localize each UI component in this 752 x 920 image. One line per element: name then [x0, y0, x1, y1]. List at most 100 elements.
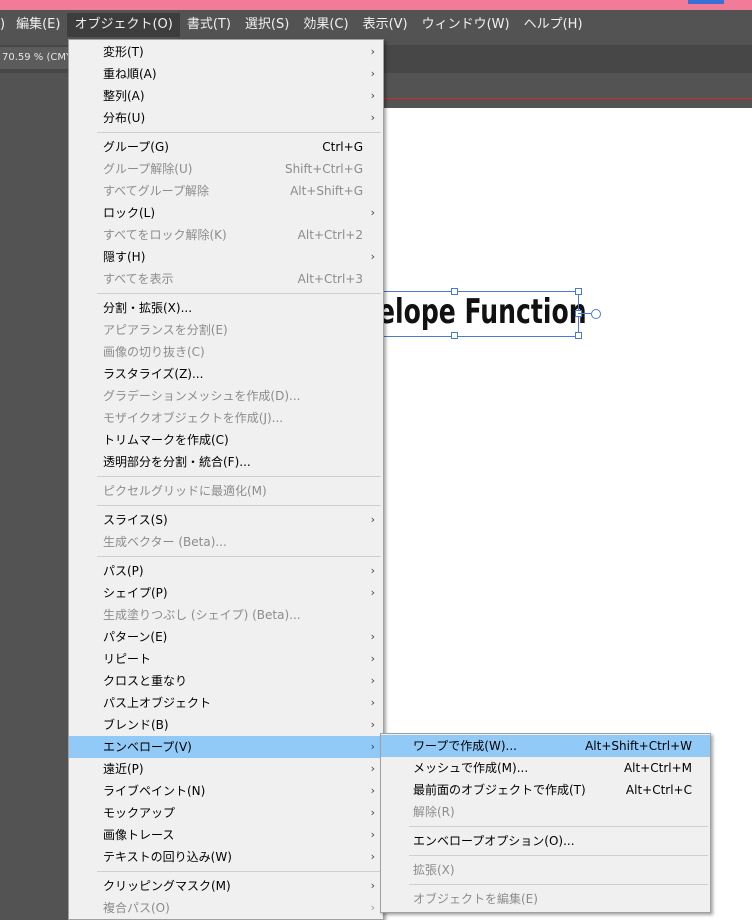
menubar-item-select[interactable]: 選択(S): [238, 13, 296, 37]
object-menu-item-32[interactable]: クロスと重なり ›: [69, 670, 383, 692]
menu-item-label: すべてを表示: [103, 272, 174, 286]
menu-item-label: パス上オブジェクト: [103, 696, 212, 710]
menubar-item-type[interactable]: 書式(T): [180, 13, 238, 37]
menu-item-label: 分割・拡張(X)...: [103, 301, 193, 315]
chevron-right-icon: ›: [370, 901, 375, 914]
object-menu-item-5[interactable]: グループ(G) Ctrl+G: [69, 136, 383, 158]
chevron-right-icon: ›: [370, 850, 375, 863]
chevron-right-icon: ›: [370, 806, 375, 819]
menubar-item-view[interactable]: 表示(V): [356, 13, 415, 37]
object-menu-item-18: モザイクオブジェクトを作成(J)...: [69, 407, 383, 429]
menu-separator: [69, 290, 383, 297]
object-menu-item-11: すべてを表示 Alt+Ctrl+3: [69, 268, 383, 290]
menubar-item-file-tail[interactable]: ): [0, 13, 9, 37]
menu-item-label: モックアップ: [103, 806, 176, 820]
chevron-right-icon: ›: [370, 784, 375, 797]
object-menu-item-8[interactable]: ロック(L) ›: [69, 202, 383, 224]
menu-item-label: トリムマークを作成(C): [103, 433, 229, 447]
object-menu-item-27[interactable]: パス(P) ›: [69, 560, 383, 582]
object-menu-item-35[interactable]: エンベロープ(V) ›: [69, 736, 383, 758]
menu-item-shortcut: Alt+Ctrl+M: [623, 761, 692, 775]
selection-handle-bottom[interactable]: [451, 332, 458, 339]
chevron-right-icon: ›: [370, 828, 375, 841]
menu-item-label: グループ解除(U): [103, 162, 193, 176]
object-menu-item-25: 生成ベクター (Beta)...: [69, 531, 383, 553]
chevron-right-icon: ›: [370, 652, 375, 665]
object-menu-item-37[interactable]: ライブペイント(N) ›: [69, 780, 383, 802]
envelope-submenu-item-2[interactable]: 最前面のオブジェクトで作成(T) Alt+Ctrl+C: [381, 779, 710, 801]
object-menu-item-30[interactable]: パターン(E) ›: [69, 626, 383, 648]
envelope-submenu-item-0[interactable]: ワープで作成(W)... Alt+Shift+Ctrl+W: [381, 735, 710, 757]
object-menu-item-15: 画像の切り抜き(C): [69, 341, 383, 363]
object-menu-item-1[interactable]: 重ね順(A) ›: [69, 63, 383, 85]
menu-item-label: 画像トレース: [103, 828, 175, 842]
object-menu-item-38[interactable]: モックアップ ›: [69, 802, 383, 824]
object-menu-item-42[interactable]: クリッピングマスク(M) ›: [69, 875, 383, 897]
menu-item-label: 遠近(P): [103, 762, 144, 776]
selection-handle-top-right[interactable]: [575, 288, 582, 295]
object-menu-item-31[interactable]: リピート ›: [69, 648, 383, 670]
menu-item-label: アピアランスを分割(E): [103, 323, 228, 337]
menu-item-label: 整列(A): [103, 89, 145, 103]
object-menu-item-20[interactable]: 透明部分を分割・統合(F)...: [69, 451, 383, 473]
menu-item-label: クロスと重なり: [103, 674, 188, 688]
menu-item-label: 分布(U): [103, 111, 146, 125]
object-menu-item-34[interactable]: ブレンド(B) ›: [69, 714, 383, 736]
chevron-right-icon: ›: [370, 564, 375, 577]
menu-item-label: 複合パス(O): [103, 901, 170, 915]
menubar-item-window[interactable]: ウィンドウ(W): [415, 13, 517, 37]
document-tab[interactable]: 70.59 % (CMYK: [0, 47, 72, 69]
menu-item-label: すべてをロック解除(K): [103, 228, 227, 242]
menu-item-shortcut: Shift+Ctrl+G: [284, 162, 363, 176]
menu-item-label: スライス(S): [103, 513, 168, 527]
menu-separator: [381, 823, 710, 830]
menubar-item-help[interactable]: ヘルプ(H): [517, 13, 590, 37]
object-menu-item-14: アピアランスを分割(E): [69, 319, 383, 341]
object-menu-item-0[interactable]: 変形(T) ›: [69, 41, 383, 63]
object-menu-item-17: グラデーションメッシュを作成(D)...: [69, 385, 383, 407]
menu-item-label: グループ(G): [103, 140, 169, 154]
title-bar-strip: [0, 0, 752, 10]
object-menu-item-24[interactable]: スライス(S) ›: [69, 509, 383, 531]
object-menu-item-36[interactable]: 遠近(P) ›: [69, 758, 383, 780]
menu-separator: [381, 852, 710, 859]
menu-item-label: ワープで作成(W)...: [413, 739, 517, 753]
menubar-item-effect[interactable]: 効果(C): [296, 13, 355, 37]
menu-item-label: ラスタライズ(Z)...: [103, 367, 204, 381]
object-menu-item-22: ピクセルグリッドに最適化(M): [69, 480, 383, 502]
object-menu-item-2[interactable]: 整列(A) ›: [69, 85, 383, 107]
selection-handle-top[interactable]: [451, 288, 458, 295]
object-menu-item-3[interactable]: 分布(U) ›: [69, 107, 383, 129]
envelope-submenu-item-5[interactable]: エンベロープオプション(O)...: [381, 830, 710, 852]
object-menu-item-28[interactable]: シェイプ(P) ›: [69, 582, 383, 604]
menubar-item-object[interactable]: オブジェクト(O): [67, 12, 180, 37]
menu-item-label: リピート: [103, 652, 152, 666]
menu-item-label: オブジェクトを編集(E): [413, 892, 538, 906]
menu-item-shortcut: Alt+Ctrl+2: [297, 228, 363, 242]
text-path-end-handle[interactable]: [591, 309, 601, 319]
object-menu-item-33[interactable]: パス上オブジェクト ›: [69, 692, 383, 714]
menu-item-label: クリッピングマスク(M): [103, 879, 231, 893]
object-menu-item-9: すべてをロック解除(K) Alt+Ctrl+2: [69, 224, 383, 246]
object-menu-item-7: すべてグループ解除 Alt+Shift+G: [69, 180, 383, 202]
menu-item-shortcut: Alt+Ctrl+3: [297, 272, 363, 286]
menu-separator: [69, 129, 383, 136]
object-menu-item-39[interactable]: 画像トレース ›: [69, 824, 383, 846]
menu-item-label: エンベロープオプション(O)...: [413, 834, 575, 848]
object-menu-item-10[interactable]: 隠す(H) ›: [69, 246, 383, 268]
envelope-submenu-item-1[interactable]: メッシュで作成(M)... Alt+Ctrl+M: [381, 757, 710, 779]
chevron-right-icon: ›: [370, 879, 375, 892]
menu-item-label: ブレンド(B): [103, 718, 169, 732]
object-menu-item-16[interactable]: ラスタライズ(Z)...: [69, 363, 383, 385]
chevron-right-icon: ›: [370, 250, 375, 263]
menu-item-label: 生成塗りつぶし (シェイプ) (Beta)...: [103, 608, 301, 622]
menu-item-label: ピクセルグリッドに最適化(M): [103, 484, 267, 498]
menu-item-label: シェイプ(P): [103, 586, 168, 600]
menu-item-label: パターン(E): [103, 630, 168, 644]
menubar-item-edit[interactable]: 編集(E): [9, 13, 67, 37]
selection-handle-bottom-right[interactable]: [575, 332, 582, 339]
object-menu-item-19[interactable]: トリムマークを作成(C): [69, 429, 383, 451]
object-menu-item-13[interactable]: 分割・拡張(X)...: [69, 297, 383, 319]
object-menu-item-40[interactable]: テキストの回り込み(W) ›: [69, 846, 383, 868]
menu-item-label: 生成ベクター (Beta)...: [103, 535, 227, 549]
